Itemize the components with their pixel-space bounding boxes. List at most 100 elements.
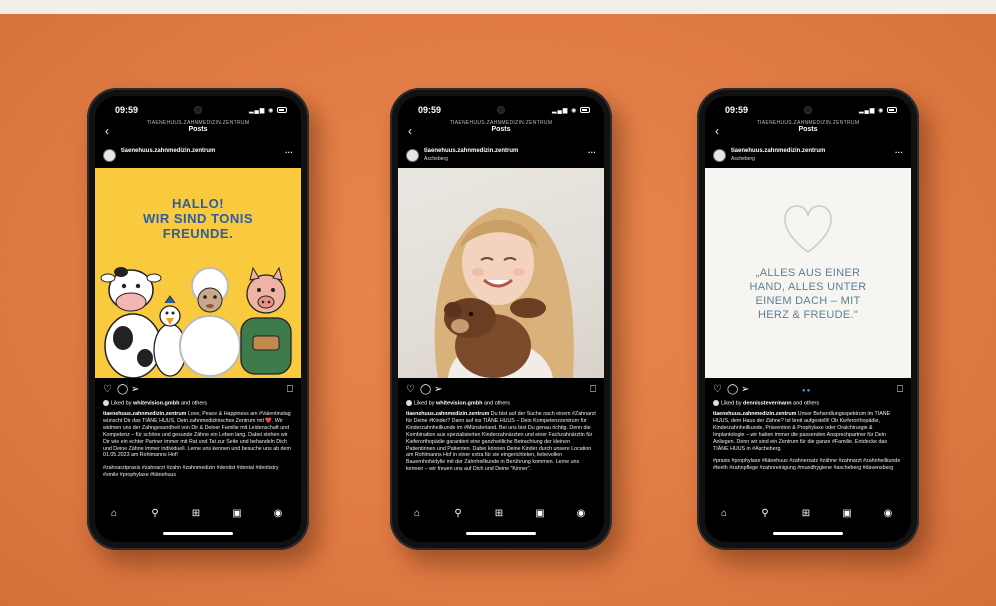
- post-username[interactable]: tiaenehuus.zahnmedizin.zentrum: [731, 148, 825, 154]
- bookmark-icon[interactable]: ⎕: [897, 384, 903, 395]
- post-quote-line: „ALLES AUS EINER: [755, 267, 861, 279]
- post-actions: ♡ ◯ ➢ ⎕: [103, 384, 293, 396]
- heart-icon[interactable]: ♡: [103, 384, 112, 395]
- avatar[interactable]: [713, 149, 726, 162]
- likes-prefix: Liked by: [414, 400, 437, 407]
- search-icon[interactable]: ⚲: [451, 508, 465, 519]
- phone-2: 09:59 ▂▄▆ ◉ ‹ TIAENEHUUS.ZAHNMEDIZIN.ZEN…: [390, 88, 612, 550]
- bottom-tab-bar: ⌂ ⚲ ⊞ ▣ ◉: [95, 508, 301, 522]
- status-time: 09:59: [418, 105, 442, 115]
- avatar[interactable]: [406, 149, 419, 162]
- likes-suffix: and others: [791, 400, 820, 407]
- caption-hashtags[interactable]: #praxis #prophylaxe #tiänehuus #zahnersa…: [713, 458, 903, 472]
- reels-icon[interactable]: ▣: [840, 508, 854, 519]
- nav-title: Posts: [798, 126, 818, 133]
- nav-title: Posts: [491, 126, 511, 133]
- new-post-icon[interactable]: ⊞: [492, 508, 506, 519]
- more-dots-icon[interactable]: ···: [588, 148, 596, 157]
- post-header: tiaenehuus.zahnmedizin.zentrum Ascheberg…: [705, 146, 911, 166]
- post-quote-line: HERZ & FREUDE.": [757, 309, 859, 321]
- phone-1: 09:59 ▂▄▆ ◉ ‹ TIAENEHUUS.ZAHNMEDIZIN.ZEN…: [87, 88, 309, 550]
- caption-hashtags[interactable]: #zahnarztpraxis #zahnarzt #zahn #zahnmed…: [103, 465, 293, 479]
- front-camera: [804, 106, 812, 114]
- chevron-left-icon[interactable]: ‹: [105, 124, 109, 138]
- status-bar: 09:59 ▂▄▆ ◉: [705, 105, 911, 117]
- top-nav: ‹ TIAENEHUUS.ZAHNMEDIZIN.ZENTRUM Posts: [705, 120, 911, 142]
- more-dots-icon[interactable]: ···: [285, 148, 293, 157]
- signal-wifi-battery-icon: ▂▄▆ ◉: [249, 107, 287, 114]
- profile-icon[interactable]: ◉: [271, 508, 285, 519]
- home-icon[interactable]: ⌂: [410, 508, 424, 519]
- more-dots-icon[interactable]: ···: [895, 148, 903, 157]
- share-icon[interactable]: ➢: [741, 384, 749, 395]
- home-indicator[interactable]: [466, 532, 536, 535]
- phone-screen: 09:59 ▂▄▆ ◉ ‹ TIAENEHUUS.ZAHNMEDIZIN.ZEN…: [705, 96, 911, 542]
- status-bar: 09:59 ▂▄▆ ◉: [398, 105, 604, 117]
- likes-line: Liked by whitevision.gmbh and others: [406, 400, 596, 406]
- heart-icon[interactable]: ♡: [713, 384, 722, 395]
- cartoon-animals-illustration: [100, 266, 292, 378]
- chevron-left-icon[interactable]: ‹: [408, 124, 412, 138]
- post-actions: ♡ ◯ ➢ ⎕: [406, 384, 596, 396]
- post-caption: tiaenehuus.zahnmedizin.zentrum Love, Pea…: [103, 411, 293, 499]
- profile-icon[interactable]: ◉: [574, 508, 588, 519]
- chevron-left-icon[interactable]: ‹: [715, 124, 719, 138]
- bookmark-icon[interactable]: ⎕: [287, 384, 293, 395]
- post-location[interactable]: Ascheberg: [731, 156, 755, 162]
- new-post-icon[interactable]: ⊞: [799, 508, 813, 519]
- bookmark-icon[interactable]: ⎕: [590, 384, 596, 395]
- home-icon[interactable]: ⌂: [717, 508, 731, 519]
- carousel-dots: ●●: [802, 388, 812, 394]
- profile-icon[interactable]: ◉: [881, 508, 895, 519]
- liked-by-user[interactable]: whitevision.gmbh: [133, 400, 179, 406]
- post-quote: „ALLES AUS EINER HAND, ALLES UNTER EINEM…: [717, 266, 899, 322]
- post-image[interactable]: HALLO! WIR SIND TONIS FREUNDE.: [95, 168, 301, 378]
- caption-username[interactable]: tiaenehuus.zahnmedizin.zentrum: [713, 411, 796, 417]
- caption-username[interactable]: tiaenehuus.zahnmedizin.zentrum: [406, 411, 489, 417]
- post-quote-line: HAND, ALLES UNTER: [749, 281, 867, 293]
- front-camera: [194, 106, 202, 114]
- signal-wifi-battery-icon: ▂▄▆ ◉: [859, 107, 897, 114]
- search-icon[interactable]: ⚲: [758, 508, 772, 519]
- post-image[interactable]: „ALLES AUS EINER HAND, ALLES UNTER EINEM…: [705, 168, 911, 378]
- caption-username[interactable]: tiaenehuus.zahnmedizin.zentrum: [103, 411, 186, 417]
- top-nav: ‹ TIAENEHUUS.ZAHNMEDIZIN.ZENTRUM Posts: [95, 120, 301, 142]
- reels-icon[interactable]: ▣: [533, 508, 547, 519]
- search-icon[interactable]: ⚲: [148, 508, 162, 519]
- likes-line: Liked by whitevision.gmbh and others: [103, 400, 293, 406]
- avatar[interactable]: [103, 149, 116, 162]
- post-caption: tiaenehuus.zahnmedizin.zentrum Du bist a…: [406, 411, 596, 499]
- girl-with-teddy-photo: [434, 208, 574, 378]
- cow-illustration: [100, 267, 162, 378]
- front-camera: [497, 106, 505, 114]
- post-username[interactable]: tiaenehuus.zahnmedizin.zentrum: [121, 148, 215, 154]
- likes-suffix: and others: [179, 400, 207, 407]
- heart-icon[interactable]: ♡: [406, 384, 415, 395]
- home-icon[interactable]: ⌂: [107, 508, 121, 519]
- post-username[interactable]: tiaenehuus.zahnmedizin.zentrum: [424, 148, 518, 154]
- status-time: 09:59: [115, 105, 139, 115]
- sheep-illustration: [179, 267, 241, 377]
- post-location[interactable]: Ascheberg: [424, 156, 448, 162]
- comment-icon[interactable]: ◯: [420, 384, 431, 395]
- post-header: tiaenehuus.zahnmedizin.zentrum Ascheberg…: [398, 146, 604, 166]
- liker-avatar: [713, 400, 719, 406]
- caption-text: Du bist auf der Suche nach einem #Zahnar…: [406, 411, 596, 473]
- home-indicator[interactable]: [773, 532, 843, 535]
- home-indicator[interactable]: [163, 532, 233, 535]
- share-icon[interactable]: ➢: [131, 384, 139, 395]
- liked-by-user[interactable]: dennisstevermann: [743, 400, 792, 406]
- new-post-icon[interactable]: ⊞: [189, 508, 203, 519]
- liked-by-user[interactable]: whitevision.gmbh: [436, 400, 482, 406]
- status-bar: 09:59 ▂▄▆ ◉: [95, 105, 301, 117]
- comment-icon[interactable]: ◯: [117, 384, 128, 395]
- post-image[interactable]: [398, 168, 604, 378]
- reels-icon[interactable]: ▣: [230, 508, 244, 519]
- heart-outline-icon: [784, 205, 832, 253]
- post-actions: ♡ ◯ ➢ ●● ⎕: [713, 384, 903, 396]
- comment-icon[interactable]: ◯: [727, 384, 738, 395]
- likes-prefix: Liked by: [721, 400, 744, 407]
- share-icon[interactable]: ➢: [434, 384, 442, 395]
- phone-3: 09:59 ▂▄▆ ◉ ‹ TIAENEHUUS.ZAHNMEDIZIN.ZEN…: [697, 88, 919, 550]
- likes-prefix: Liked by: [111, 400, 134, 407]
